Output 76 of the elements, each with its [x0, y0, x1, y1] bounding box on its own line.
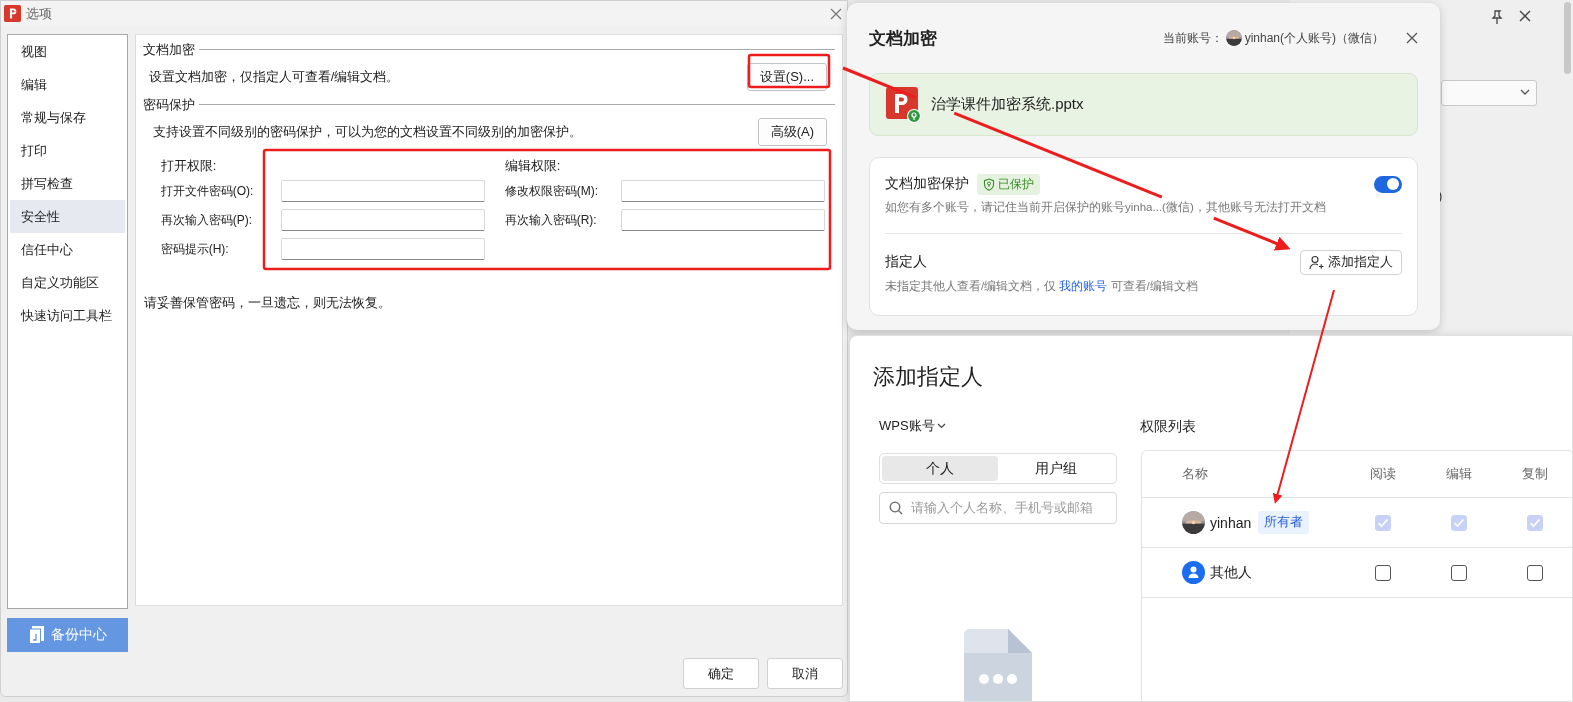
- column-header: 编辑: [1446, 465, 1473, 483]
- file-name: 治学课件加密系统.pptx: [931, 95, 1084, 114]
- close-icon[interactable]: [830, 7, 842, 20]
- chevron-down-icon: [936, 423, 946, 429]
- sidebar-item[interactable]: 信任中心: [10, 233, 125, 266]
- sidebar-item[interactable]: 常规与保存: [10, 101, 125, 134]
- ok-button[interactable]: 确定: [683, 658, 759, 689]
- checkmark-icon: [1529, 517, 1542, 528]
- sidebar-item[interactable]: 打印: [10, 134, 125, 167]
- password-field[interactable]: [280, 180, 485, 202]
- column-header: 阅读: [1370, 465, 1397, 483]
- close-icon[interactable]: [1406, 32, 1418, 44]
- section-heading: 文档加密: [142, 40, 195, 59]
- add-designee-button[interactable]: 添加指定人: [1300, 249, 1402, 275]
- description: 支持设置不同级别的密码保护，可以为您的文档设置不同级别的加密保护。: [152, 123, 582, 141]
- section-heading: 密码保护: [142, 95, 195, 114]
- password-field[interactable]: [280, 238, 485, 260]
- sidebar-item[interactable]: 编辑: [10, 68, 125, 101]
- owner-badge: 所有者: [1258, 511, 1310, 534]
- search-icon: [889, 501, 903, 515]
- pin-icon[interactable]: [1489, 9, 1505, 25]
- sidebar-item[interactable]: 安全性: [10, 200, 125, 233]
- password-field[interactable]: [280, 209, 485, 231]
- document-icon: [28, 626, 45, 644]
- checkbox[interactable]: [1375, 564, 1392, 581]
- checkbox[interactable]: [1527, 564, 1544, 581]
- tab[interactable]: 个人: [882, 456, 998, 481]
- column-header: 名称: [1182, 465, 1208, 483]
- checkmark-icon: [1453, 517, 1466, 528]
- account-label: 当前账号：: [1162, 29, 1223, 47]
- chevron-down-icon: [1520, 89, 1530, 96]
- field-label: 密码提示(H):: [160, 240, 230, 258]
- description: 设置文档加密，仅指定人可查看/编辑文档。: [148, 68, 400, 86]
- presentation-file-icon: [4, 5, 21, 22]
- scrollbar[interactable]: [1564, 2, 1571, 74]
- close-icon[interactable]: [1518, 9, 1532, 23]
- toggle-switch[interactable]: [1374, 175, 1402, 193]
- sidebar-item[interactable]: 视图: [10, 35, 125, 68]
- field-label: 再次输入密码(P):: [160, 211, 254, 229]
- person-icon: [1182, 561, 1205, 584]
- checkbox[interactable]: [1451, 564, 1468, 581]
- search-field[interactable]: 请输入个人名称、手机号或邮箱: [879, 492, 1117, 524]
- designee-note: 未指定其他人查看/编辑文档，仅 我的账号 可查看/编辑文档: [885, 279, 1199, 294]
- status-badge: 已保护: [977, 173, 1040, 195]
- sidebar-item[interactable]: 自定义功能区: [10, 266, 125, 299]
- dialog-title: 添加指定人: [873, 363, 983, 391]
- sidebar-item[interactable]: 快速访问工具栏: [10, 299, 125, 332]
- sidebar-item[interactable]: 拼写检查: [10, 167, 125, 200]
- user-name: 其他人: [1210, 563, 1252, 582]
- group-label: 打开权限:: [160, 157, 218, 173]
- popup-title: 文档加密: [869, 27, 938, 50]
- account-type-dropdown[interactable]: WPS账号: [879, 416, 1117, 436]
- my-account-link[interactable]: 我的账号: [1059, 280, 1108, 292]
- settings-button[interactable]: 设置(S)...: [746, 63, 827, 91]
- checkmark-icon: [1377, 517, 1390, 528]
- cancel-button[interactable]: 取消: [767, 658, 843, 689]
- tab[interactable]: 用户组: [998, 456, 1114, 481]
- account-name: yinhan(个人账号)（微信）: [1244, 29, 1384, 47]
- add-person-icon: [1309, 254, 1324, 270]
- designee-label: 指定人: [885, 253, 927, 271]
- user-name: yinhan: [1210, 514, 1252, 531]
- password-field[interactable]: [620, 209, 825, 231]
- protection-note: 如您有多个账号，请记住当前开启保护的账号yinha...(微信)，其他账号无法打开文档: [885, 200, 1327, 215]
- list-title: 权限列表: [1140, 418, 1196, 436]
- presentation-file-icon: [885, 86, 921, 123]
- window-title: 选项: [26, 4, 53, 23]
- shield-icon: [983, 177, 995, 191]
- warning-text: 请妥善保管密码，一旦遗忘，则无法恢复。: [142, 294, 392, 312]
- password-field[interactable]: [620, 180, 825, 202]
- advanced-button[interactable]: 高级(A): [757, 118, 827, 146]
- field-label: 打开文件密码(O):: [160, 182, 255, 200]
- protection-label: 文档加密保护: [885, 175, 969, 193]
- field-label: 修改权限密码(M):: [504, 182, 600, 200]
- field-label: 再次输入密码(R):: [504, 211, 598, 229]
- group-label: 编辑权限:: [504, 157, 562, 173]
- column-header: 复制: [1522, 465, 1549, 483]
